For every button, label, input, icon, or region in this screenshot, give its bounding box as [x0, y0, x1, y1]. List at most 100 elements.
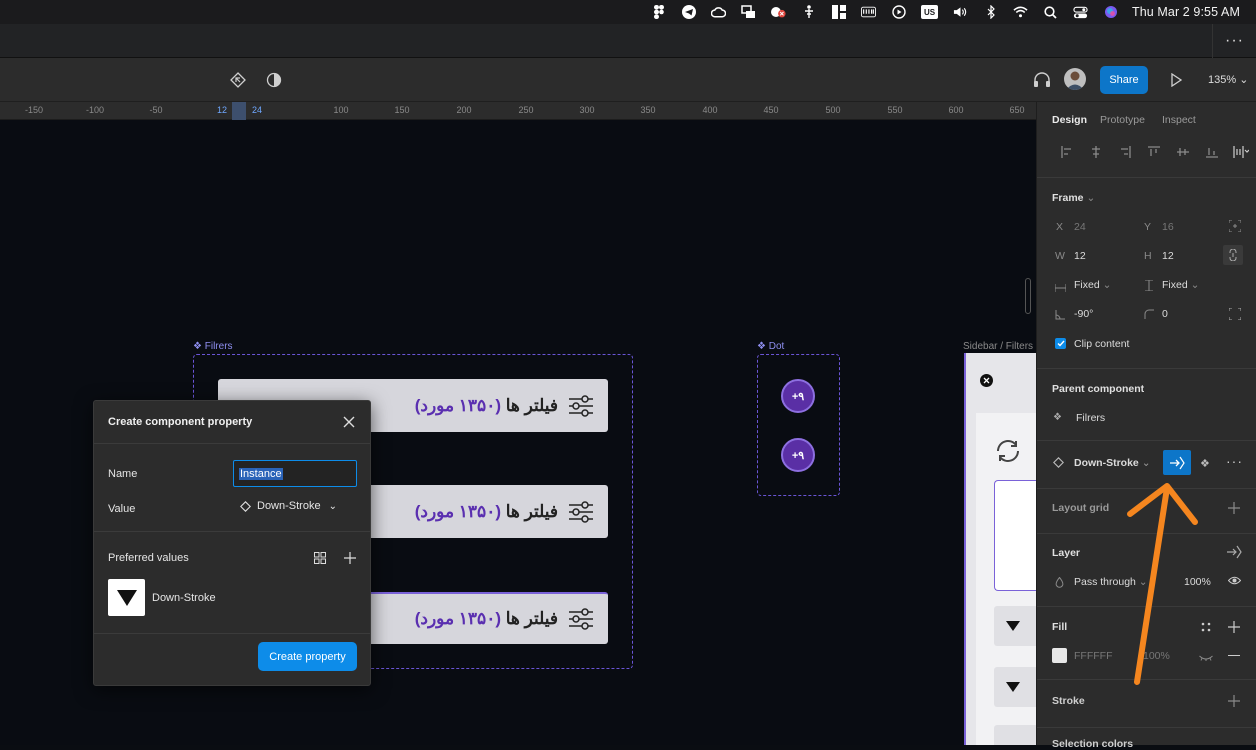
add-stroke-icon[interactable] — [1228, 695, 1240, 707]
dot-badge[interactable]: +۹ — [781, 438, 815, 472]
tab-prototype[interactable]: Prototype — [1100, 114, 1145, 126]
screen-share-icon[interactable] — [741, 5, 756, 19]
present-play-icon[interactable] — [1166, 70, 1186, 90]
search-icon[interactable] — [1043, 5, 1058, 19]
ruler-tick: 350 — [640, 105, 656, 115]
horizontal-resizing-dropdown[interactable]: Fixed ⌄ — [1074, 279, 1111, 291]
name-input[interactable]: Instance — [233, 460, 357, 487]
parent-component-link[interactable]: Filrers — [1076, 412, 1105, 424]
h-input[interactable]: 12 — [1162, 250, 1174, 262]
remove-fill-icon[interactable] — [1228, 655, 1240, 657]
tab-inspect[interactable]: Inspect — [1162, 114, 1196, 126]
contrast-icon[interactable] — [264, 70, 284, 90]
bluetooth-icon[interactable] — [983, 5, 998, 19]
accordion-row[interactable] — [994, 667, 1036, 707]
audio-headphones-icon[interactable] — [1032, 70, 1052, 90]
preferred-value-thumbnail[interactable] — [108, 579, 145, 616]
figma-icon[interactable] — [651, 5, 666, 19]
close-icon[interactable] — [342, 415, 356, 429]
more-options-icon[interactable]: ··· — [1226, 453, 1243, 469]
history-icon[interactable] — [228, 70, 248, 90]
constraints-icon[interactable] — [1228, 219, 1242, 235]
close-circle-icon[interactable] — [980, 374, 993, 387]
siri-icon[interactable] — [1103, 5, 1118, 19]
clip-content-checkbox[interactable] — [1055, 338, 1066, 349]
fill-color-swatch[interactable] — [1052, 648, 1067, 663]
telegram-icon[interactable] — [681, 5, 696, 19]
accessibility-icon[interactable] — [801, 5, 816, 19]
align-vertical-center-icon[interactable] — [1168, 144, 1197, 160]
blend-mode-dropdown[interactable]: Pass through ⌄ — [1074, 576, 1148, 588]
dot-badge[interactable]: +۹ — [781, 379, 815, 413]
ruler-tick: 650 — [1009, 105, 1025, 115]
us-input-icon[interactable]: US — [921, 5, 938, 19]
align-left-icon[interactable] — [1052, 144, 1081, 160]
fill-hex-input[interactable]: FFFFFF — [1074, 650, 1112, 662]
corner-radius-input[interactable]: 0 — [1162, 308, 1168, 320]
widget-icon[interactable] — [831, 5, 846, 19]
keyboard-icon[interactable] — [861, 5, 876, 19]
go-to-main-component-icon[interactable]: ❖ — [1200, 457, 1210, 470]
accordion-row[interactable] — [994, 725, 1036, 745]
rotation-input[interactable]: -90° — [1074, 308, 1093, 320]
divider — [1037, 488, 1256, 489]
y-input[interactable]: 16 — [1162, 221, 1174, 233]
distribute-icon[interactable] — [1226, 144, 1255, 160]
camera-blocked-icon[interactable] — [771, 5, 786, 19]
align-bottom-icon[interactable] — [1197, 144, 1226, 160]
add-fill-icon[interactable] — [1228, 621, 1240, 633]
visibility-eye-icon[interactable] — [1227, 576, 1242, 588]
control-center-icon[interactable] — [1073, 5, 1088, 19]
refresh-icon[interactable] — [994, 439, 1022, 468]
constrain-proportions-icon[interactable] — [1223, 245, 1243, 265]
wifi-icon[interactable] — [1013, 5, 1028, 19]
user-avatar[interactable] — [1064, 68, 1086, 90]
fill-opacity-input[interactable]: 100% — [1143, 650, 1170, 662]
x-input[interactable]: 24 — [1074, 221, 1086, 233]
zoom-level-dropdown[interactable]: 135% ⌄ — [1208, 73, 1248, 86]
style-grid-icon[interactable] — [1201, 622, 1211, 635]
align-horizontal-center-icon[interactable] — [1081, 144, 1110, 160]
ruler-tick: 100 — [333, 105, 349, 115]
frame-label-filrers[interactable]: ❖ Filrers — [193, 341, 233, 352]
frame-label-dot[interactable]: ❖ Dot — [757, 341, 784, 352]
divider — [1037, 679, 1256, 680]
create-instance-property-button[interactable] — [1163, 450, 1191, 475]
instance-swap-dropdown[interactable]: Down-Stroke ⌄ — [1074, 457, 1151, 469]
chevron-down-icon: ⌄ — [1141, 457, 1151, 469]
more-menu-button[interactable]: ··· — [1212, 24, 1256, 58]
dot-component-set[interactable] — [757, 354, 840, 496]
menubar-clock[interactable]: Thu Mar 2 9:55 AM — [1132, 5, 1240, 19]
instance-diamond-icon — [240, 500, 251, 512]
filter-label: فیلتر ها — [505, 501, 558, 521]
layer-opacity-input[interactable]: 100% — [1184, 576, 1211, 588]
align-right-icon[interactable] — [1110, 144, 1139, 160]
frame-section-title[interactable]: Frame ⌄ — [1052, 192, 1095, 204]
grid-icon[interactable] — [314, 551, 326, 569]
add-layout-grid-icon[interactable] — [1228, 502, 1240, 514]
frame-label-sidebar[interactable]: Sidebar / Filters — [963, 341, 1033, 352]
w-input[interactable]: 12 — [1074, 250, 1086, 262]
share-button[interactable]: Share — [1100, 66, 1148, 94]
accordion-row[interactable] — [994, 606, 1036, 646]
independent-corners-icon[interactable] — [1228, 307, 1242, 323]
sidebar-filters-frame[interactable] — [964, 353, 1036, 745]
ruler-tick: 500 — [825, 105, 841, 115]
play-circle-icon[interactable] — [891, 5, 906, 19]
hidden-eye-icon[interactable] — [1199, 652, 1213, 664]
horizontal-ruler[interactable]: -150 -100 -50 12 24 100 150 200 250 300 … — [0, 102, 1036, 120]
create-property-button[interactable]: Create property — [258, 642, 357, 671]
tab-design[interactable]: Design — [1052, 114, 1087, 126]
align-top-icon[interactable] — [1139, 144, 1168, 160]
canvas-scroll-handle[interactable] — [1025, 278, 1031, 314]
layer-property-icon[interactable] — [1226, 545, 1242, 562]
creative-cloud-icon[interactable] — [711, 5, 726, 19]
value-dropdown-text: Down-Stroke — [257, 500, 321, 512]
ruler-tick: 200 — [456, 105, 472, 115]
volume-icon[interactable] — [953, 5, 968, 19]
filter-item-text: فیلتر ها (۱۳۵۰ مورد) — [415, 396, 558, 416]
value-dropdown[interactable]: Down-Stroke ⌄ — [240, 500, 337, 512]
add-icon[interactable] — [344, 551, 356, 569]
dialog-title: Create component property — [94, 401, 370, 444]
vertical-resizing-dropdown[interactable]: Fixed ⌄ — [1162, 279, 1199, 291]
